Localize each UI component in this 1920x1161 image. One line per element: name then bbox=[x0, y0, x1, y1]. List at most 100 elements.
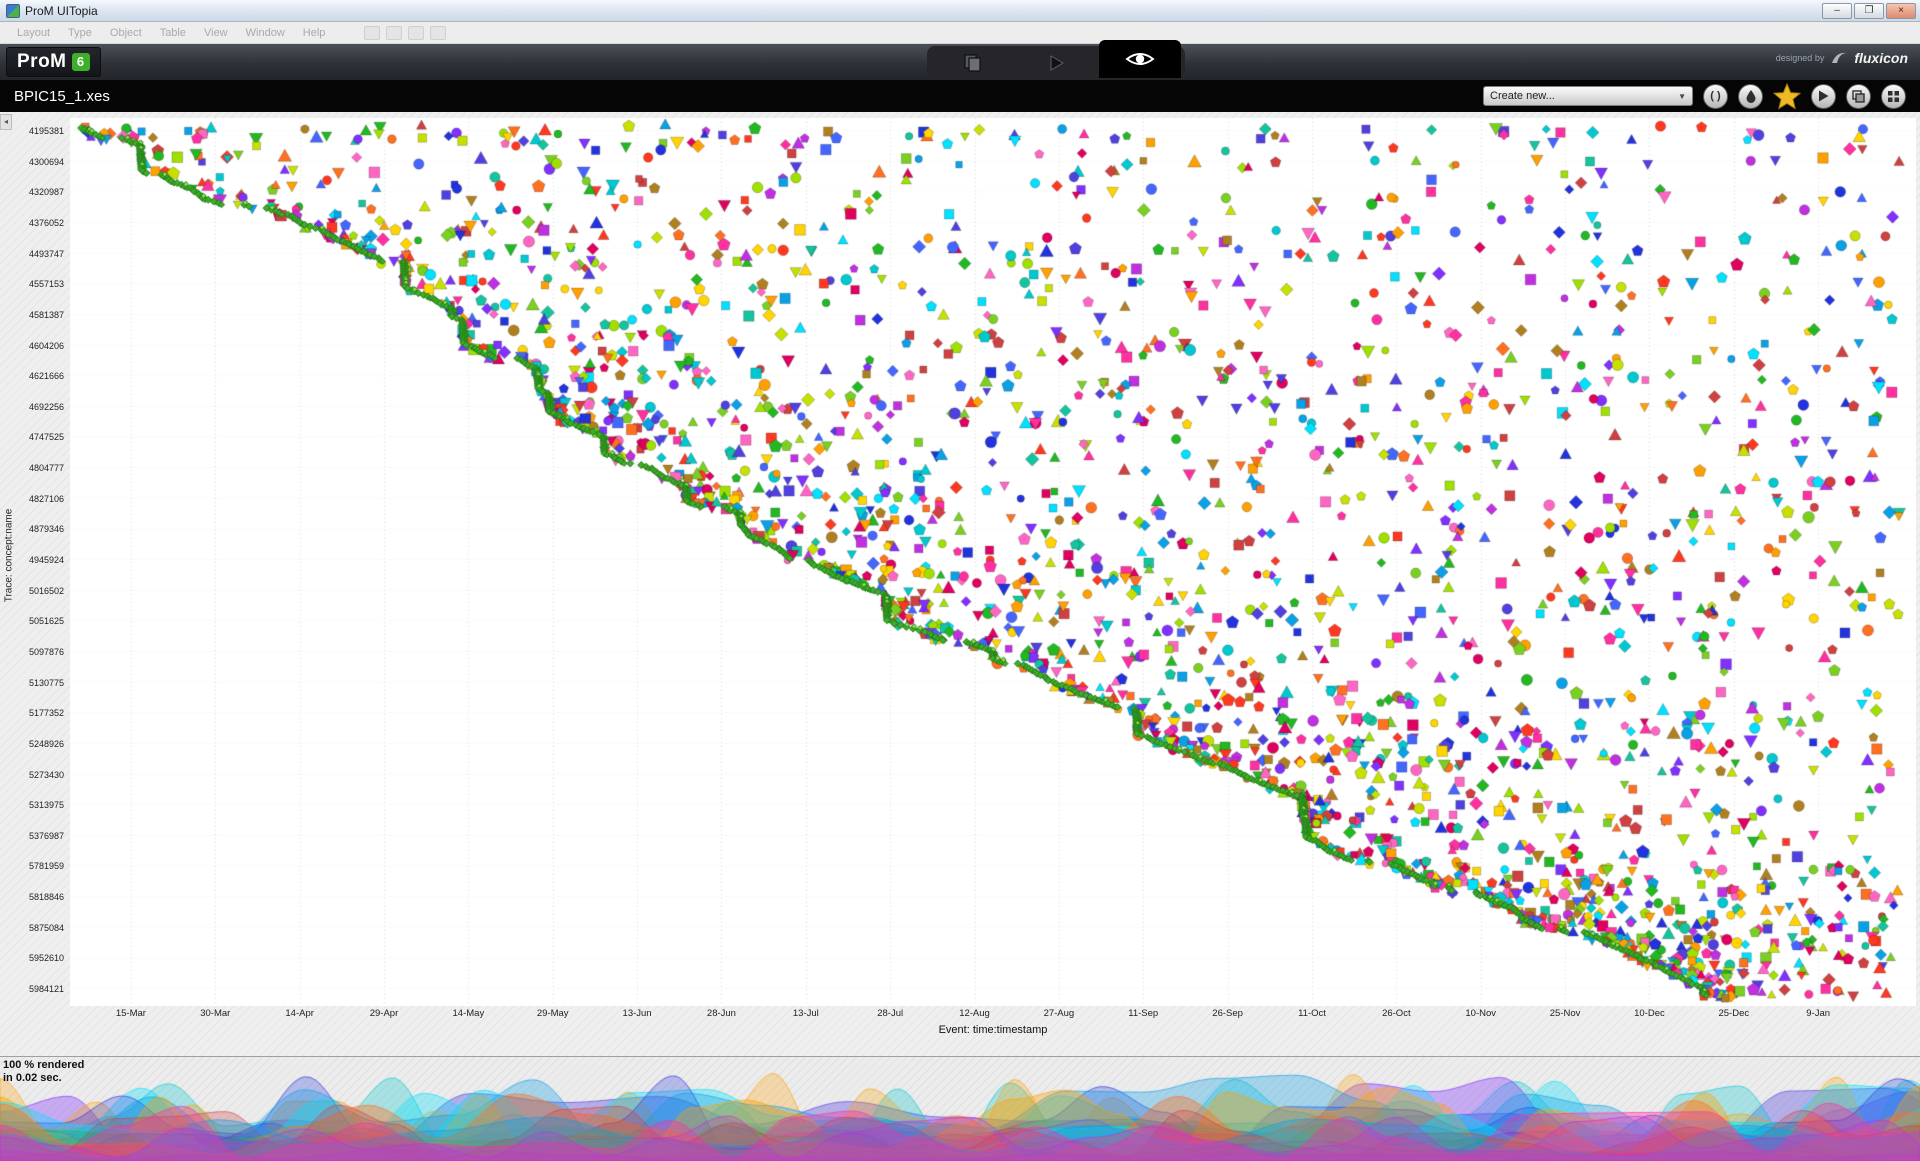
y-tick-label: 4747525 bbox=[20, 432, 64, 442]
menubar-tool-icon[interactable] bbox=[430, 26, 446, 40]
app-header: ProM 6 designed by fluxicon bbox=[0, 44, 1920, 80]
y-tick-label: 4827106 bbox=[20, 494, 64, 504]
filter-button[interactable] bbox=[1738, 84, 1763, 109]
y-tick-label: 4879346 bbox=[20, 524, 64, 534]
minimize-button[interactable]: – bbox=[1822, 3, 1852, 19]
prom-logo: ProM 6 bbox=[6, 47, 101, 77]
menu-help[interactable]: Help bbox=[294, 27, 335, 39]
menubar-tool-icon[interactable] bbox=[386, 26, 402, 40]
chevron-down-icon: ▼ bbox=[1678, 92, 1686, 101]
tab-actions[interactable] bbox=[1015, 48, 1097, 78]
menu-type[interactable]: Type bbox=[59, 27, 101, 39]
y-tick-label: 5818846 bbox=[20, 892, 64, 902]
copy-pages-icon bbox=[1852, 90, 1865, 103]
x-tick-label: 11-Sep bbox=[1113, 1008, 1173, 1019]
x-tick-label: 13-Jul bbox=[776, 1008, 836, 1019]
y-tick-label: 5051625 bbox=[20, 616, 64, 626]
y-tick-label: 4804777 bbox=[20, 463, 64, 473]
window-titlebar: ProM UITopia – ❐ × bbox=[0, 0, 1920, 22]
y-tick-label: 4945924 bbox=[20, 555, 64, 565]
menu-object[interactable]: Object bbox=[101, 27, 151, 39]
x-tick-label: 12-Aug bbox=[945, 1008, 1005, 1019]
grid-icon bbox=[1887, 90, 1900, 103]
tab-views[interactable] bbox=[1099, 40, 1181, 78]
menubar: Layout Type Object Table View Window Hel… bbox=[0, 22, 1920, 44]
play-icon bbox=[1818, 90, 1829, 102]
perspective-tabstrip bbox=[927, 46, 1185, 80]
brackets-icon: ( ) bbox=[1710, 90, 1720, 102]
y-tick-label: 5952610 bbox=[20, 953, 64, 963]
fluxicon-logo-icon bbox=[1830, 50, 1848, 66]
render-status-line1: 100 % rendered bbox=[3, 1059, 84, 1072]
x-tick-label: 30-Mar bbox=[185, 1008, 245, 1019]
y-tick-label: 5875084 bbox=[20, 923, 64, 933]
event-density-panel: 100 % rendered in 0.02 sec. bbox=[0, 1056, 1920, 1160]
x-tick-label: 14-Apr bbox=[270, 1008, 330, 1019]
x-tick-label: 26-Sep bbox=[1198, 1008, 1258, 1019]
play-icon bbox=[1046, 53, 1066, 73]
x-tick-label: 28-Jul bbox=[860, 1008, 920, 1019]
create-new-dropdown[interactable]: Create new... ▼ bbox=[1483, 86, 1693, 106]
x-tick-label: 14-May bbox=[438, 1008, 498, 1019]
x-tick-label: 25-Nov bbox=[1535, 1008, 1595, 1019]
y-tick-label: 5273430 bbox=[20, 770, 64, 780]
menu-table[interactable]: Table bbox=[151, 27, 195, 39]
menu-view[interactable]: View bbox=[195, 27, 237, 39]
log-file-title: BPIC15_1.xes bbox=[14, 88, 110, 105]
y-tick-label: 5376987 bbox=[20, 831, 64, 841]
collapse-panel-arrow[interactable]: ◂ bbox=[0, 114, 12, 130]
y-tick-label: 4692256 bbox=[20, 402, 64, 412]
dotted-chart-canvas[interactable] bbox=[70, 118, 1916, 1006]
eye-icon bbox=[1125, 49, 1155, 69]
favorite-star-button[interactable] bbox=[1773, 83, 1801, 110]
x-axis-ticks: 15-Mar30-Mar14-Apr29-Apr14-May29-May13-J… bbox=[70, 1008, 1916, 1021]
filebar: BPIC15_1.xes Create new... ▼ ( ) bbox=[0, 80, 1920, 112]
x-tick-label: 15-Mar bbox=[101, 1008, 161, 1019]
y-tick-label: 5130775 bbox=[20, 678, 64, 688]
duplicate-view-button[interactable] bbox=[1846, 84, 1871, 109]
x-tick-label: 27-Aug bbox=[1029, 1008, 1089, 1019]
export-xml-button[interactable]: ( ) bbox=[1703, 84, 1728, 109]
menu-layout[interactable]: Layout bbox=[8, 27, 59, 39]
y-tick-label: 5177352 bbox=[20, 708, 64, 718]
run-action-button[interactable] bbox=[1811, 84, 1836, 109]
x-axis-title: Event: time:timestamp bbox=[70, 1024, 1916, 1036]
y-tick-label: 4300694 bbox=[20, 157, 64, 167]
window-title: ProM UITopia bbox=[25, 4, 98, 18]
x-tick-label: 28-Jun bbox=[691, 1008, 751, 1019]
fluxicon-brand: fluxicon bbox=[1854, 50, 1908, 66]
y-axis-ticks: 4195381430069443209874376052449374745571… bbox=[22, 118, 66, 1006]
y-tick-label: 4493747 bbox=[20, 249, 64, 259]
brand-box: designed by fluxicon bbox=[1776, 50, 1908, 66]
y-tick-label: 4376052 bbox=[20, 218, 64, 228]
close-button[interactable]: × bbox=[1886, 3, 1916, 19]
render-status: 100 % rendered in 0.02 sec. bbox=[3, 1059, 84, 1085]
x-tick-label: 10-Nov bbox=[1451, 1008, 1511, 1019]
y-tick-label: 4621666 bbox=[20, 371, 64, 381]
tab-workspace[interactable] bbox=[931, 48, 1013, 78]
x-tick-label: 26-Oct bbox=[1366, 1008, 1426, 1019]
x-tick-label: 9-Jan bbox=[1788, 1008, 1848, 1019]
droplet-icon bbox=[1745, 89, 1757, 103]
y-tick-label: 5984121 bbox=[20, 984, 64, 994]
create-new-label: Create new... bbox=[1490, 90, 1555, 102]
render-status-line2: in 0.02 sec. bbox=[3, 1072, 84, 1085]
y-axis-title: Trace: concept:name bbox=[4, 491, 15, 621]
x-tick-label: 10-Dec bbox=[1619, 1008, 1679, 1019]
maximize-button[interactable]: ❐ bbox=[1854, 3, 1884, 19]
menu-window[interactable]: Window bbox=[237, 27, 294, 39]
y-tick-label: 5781959 bbox=[20, 861, 64, 871]
y-tick-label: 4581387 bbox=[20, 310, 64, 320]
menubar-tool-icon[interactable] bbox=[364, 26, 380, 40]
y-tick-label: 5313975 bbox=[20, 800, 64, 810]
density-canvas bbox=[0, 1057, 1920, 1161]
app-icon bbox=[6, 4, 20, 18]
x-tick-label: 25-Dec bbox=[1704, 1008, 1764, 1019]
y-tick-label: 5097876 bbox=[20, 647, 64, 657]
y-tick-label: 4557153 bbox=[20, 279, 64, 289]
layout-grid-button[interactable] bbox=[1881, 84, 1906, 109]
designed-by-label: designed by bbox=[1776, 53, 1825, 63]
x-tick-label: 13-Jun bbox=[607, 1008, 667, 1019]
prom-logo-text: ProM bbox=[17, 51, 67, 73]
menubar-tool-icon[interactable] bbox=[408, 26, 424, 40]
